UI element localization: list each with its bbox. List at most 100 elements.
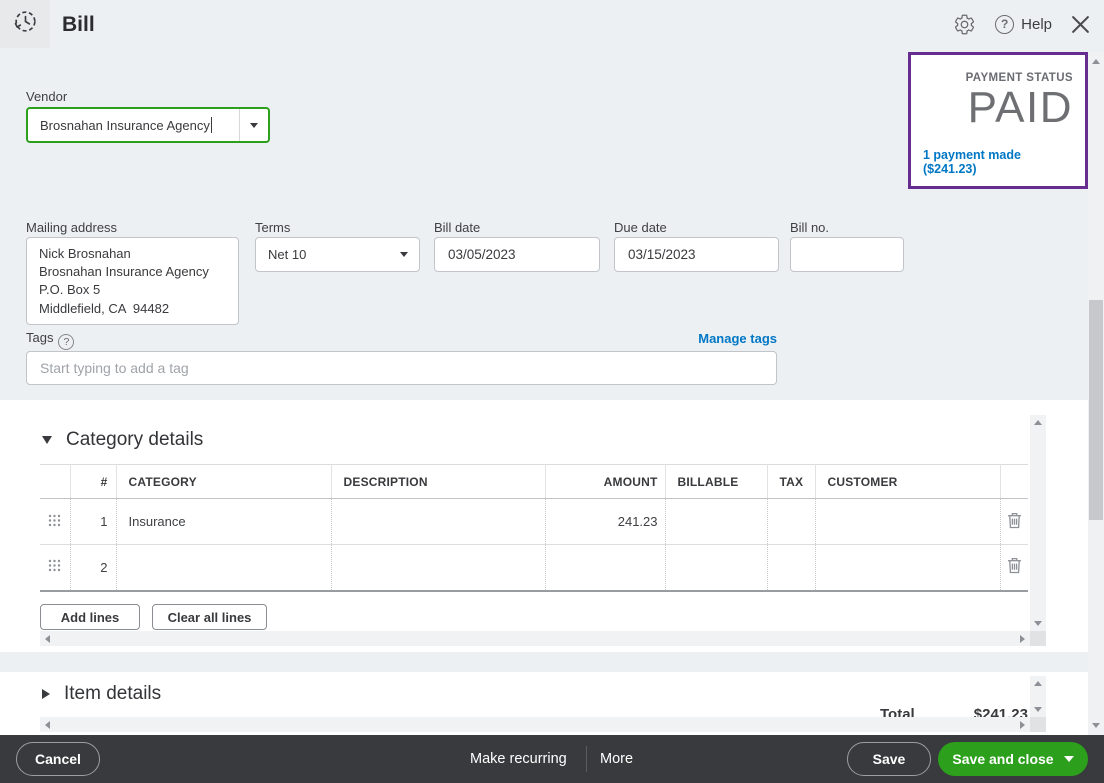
question-circle-icon: ? [995,15,1014,34]
delete-column-header [1000,465,1028,499]
page-title: Bill [62,0,95,48]
help-button[interactable]: ? Help [995,15,1052,34]
terms-dropdown-arrow [400,252,408,257]
due-date-label: Due date [614,220,667,235]
manage-tags-link[interactable]: Manage tags [698,331,777,346]
bill-no-field[interactable] [790,237,904,272]
description-column-header: DESCRIPTION [331,465,545,499]
amount-cell[interactable]: 241.23 [545,499,665,545]
bill-date-label: Bill date [434,220,480,235]
row-number: 1 [70,499,116,545]
scroll-left-icon [45,635,50,643]
recent-transactions-button[interactable] [0,0,50,48]
scrollbar-thumb[interactable] [1089,300,1103,520]
save-and-close-label: Save and close [952,751,1053,767]
cancel-button[interactable]: Cancel [16,742,100,776]
tax-cell[interactable] [767,545,815,591]
category-column-header: CATEGORY [116,465,331,499]
collapse-triangle-icon [42,436,52,444]
help-label: Help [1021,16,1052,33]
description-cell[interactable] [331,499,545,545]
make-recurring-button[interactable]: Make recurring [470,735,567,783]
tax-cell[interactable] [767,499,815,545]
clear-all-lines-button[interactable]: Clear all lines [152,604,267,630]
row-number: 2 [70,545,116,591]
table-row: 1 Insurance 241.23 [40,499,1028,545]
scrollbar-corner [1030,717,1046,732]
scroll-down-icon [1034,707,1042,712]
grip-dots-icon [48,514,61,527]
category-details-section: Category details # CATEGORY DESCRIPTION … [0,400,1104,652]
add-lines-button[interactable]: Add lines [40,604,140,630]
category-details-title: Category details [66,429,203,451]
customer-cell[interactable] [815,545,1000,591]
history-clock-icon [12,8,39,40]
mailing-address-field[interactable]: Nick Brosnahan Brosnahan Insurance Agenc… [26,237,239,325]
header-actions: ? Help [953,0,1090,48]
description-cell[interactable] [331,545,545,591]
customer-cell[interactable] [815,499,1000,545]
category-cell[interactable] [116,545,331,591]
scrollbar-corner [1030,631,1046,646]
row-drag-handle[interactable] [40,545,70,591]
table-row: 2 [40,545,1028,591]
drag-column-header [40,465,70,499]
vendor-dropdown-arrow [239,109,268,141]
amount-cell[interactable] [545,545,665,591]
page-vertical-scrollbar[interactable] [1088,52,1104,735]
billable-cell[interactable] [665,545,767,591]
item-details-section: Item details Total $241.23 [0,672,1104,735]
payment-status-panel: PAYMENT STATUS PAID 1 payment made ($241… [908,52,1088,189]
delete-row-button[interactable] [1000,545,1028,591]
tags-help-icon[interactable]: ? [58,334,74,350]
vertical-scrollbar[interactable] [1030,676,1046,717]
footer-bar: Cancel Make recurring More Save Save and… [0,735,1104,783]
scroll-right-icon [1020,635,1025,643]
save-button[interactable]: Save [847,742,931,776]
due-date-field[interactable] [614,237,779,272]
tags-label: Tags? [26,330,74,350]
expand-triangle-icon [42,689,50,699]
payment-status-value: PAID [923,85,1073,131]
chevron-down-icon [1064,756,1074,762]
row-drag-handle[interactable] [40,499,70,545]
text-cursor [211,117,212,133]
scroll-right-icon [1020,721,1025,729]
bill-window: Bill ? Help PAYMENT STATUS PAID 1 paymen… [0,0,1104,783]
horizontal-scrollbar[interactable] [40,717,1030,732]
close-icon[interactable] [1071,15,1090,34]
settings-gear-icon[interactable] [953,13,976,36]
category-cell[interactable]: Insurance [116,499,331,545]
bill-date-field[interactable] [434,237,600,272]
category-details-toggle[interactable]: Category details [42,429,203,451]
horizontal-scrollbar[interactable] [40,631,1030,646]
trash-icon [1007,557,1022,574]
terms-value: Net 10 [256,247,306,262]
delete-row-button[interactable] [1000,499,1028,545]
tax-column-header: TAX [767,465,815,499]
scroll-up-icon [1092,59,1100,64]
vertical-scrollbar[interactable] [1030,415,1046,631]
scroll-up-icon [1034,420,1042,425]
amount-column-header: AMOUNT [545,465,665,499]
bill-no-label: Bill no. [790,220,829,235]
scroll-left-icon [45,721,50,729]
vendor-combobox[interactable]: Brosnahan Insurance Agency [26,107,270,143]
trash-icon [1007,512,1022,529]
grip-dots-icon [48,559,61,572]
terms-label: Terms [255,220,290,235]
footer-divider [586,746,587,772]
billable-column-header: BILLABLE [665,465,767,499]
num-column-header: # [70,465,116,499]
payments-made-link[interactable]: 1 payment made ($241.23) [923,148,1073,176]
tags-input[interactable] [26,351,777,385]
billable-cell[interactable] [665,499,767,545]
terms-dropdown[interactable]: Net 10 [255,237,420,272]
more-button[interactable]: More [600,735,633,783]
item-details-title: Item details [64,683,161,705]
item-details-toggle[interactable]: Item details [42,683,161,705]
scroll-down-icon [1092,723,1100,728]
header-bar: Bill ? Help [0,0,1104,48]
mailing-address-label: Mailing address [26,220,117,235]
save-and-close-button[interactable]: Save and close [938,742,1088,776]
